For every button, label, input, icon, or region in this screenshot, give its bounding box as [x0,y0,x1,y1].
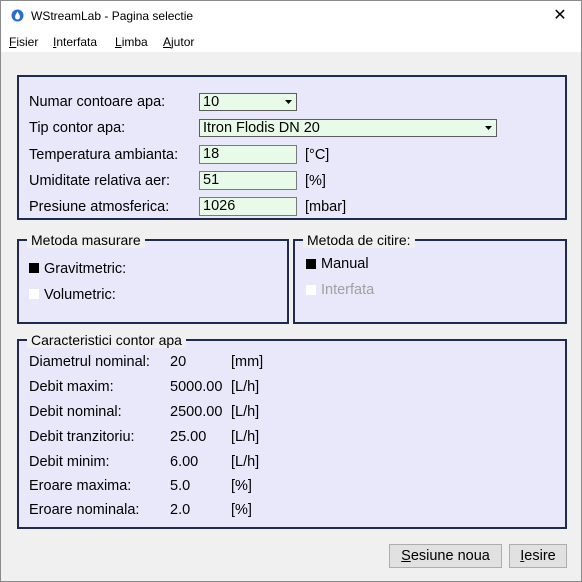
humidity-label: Umiditate relativa aer: [29,173,171,189]
pressure-unit: [mbar] [305,199,347,215]
radio-interfata-label: Interfata [321,282,375,298]
chevron-down-icon [485,126,492,130]
char-unit: [L/h] [231,404,260,420]
menu-fisier[interactable]: Fisier [9,35,38,49]
menu-limba[interactable]: Limba [115,35,148,49]
menu-bar: Fisier Interfata Limba Ajutor [1,32,581,52]
menu-interfata[interactable]: Interfata [53,35,97,49]
char-value: 2.0 [170,502,191,518]
water-drop-icon [11,9,24,22]
char-unit: [L/h] [231,454,260,470]
measurement-method-title: Metoda masurare [27,232,145,248]
window-title: WStreamLab - Pagina selectie [31,9,194,23]
radio-volumetric[interactable] [29,289,39,299]
new-session-button[interactable]: Sesiune noua [389,544,502,568]
reading-method-panel: Metoda de citire: Manual Interfata [293,232,567,324]
close-icon: ✕ [553,7,567,24]
radio-gravitmetric-label: Gravitmetric: [44,261,127,277]
pressure-field[interactable]: 1026 [199,197,297,216]
temperature-unit: [°C] [305,147,330,163]
char-unit: [%] [231,502,252,518]
char-value: 2500.00 [170,404,223,420]
char-label: Debit minim: [29,454,110,470]
radio-interfata [306,285,316,295]
char-label: Debit nominal: [29,404,122,420]
app-window: WStreamLab - Pagina selectie ✕ Fisier In… [0,0,582,582]
meter-count-label: Numar contoare apa: [29,94,166,110]
radio-gravitmetric[interactable] [29,263,39,273]
radio-manual-label: Manual [321,256,369,272]
parameters-panel: Numar contoare apa: 10 Tip contor apa: I… [17,75,567,220]
char-value: 5.0 [170,478,191,494]
exit-button[interactable]: Iesire [509,544,567,568]
characteristics-title: Caracteristici contor apa [27,332,186,348]
humidity-field[interactable]: 51 [199,171,297,190]
radio-manual[interactable] [306,259,316,269]
meter-type-select[interactable]: Itron Flodis DN 20 [199,119,497,137]
meter-characteristics-panel: Caracteristici contor apa Diametrul nomi… [17,332,567,529]
char-value: 5000.00 [170,379,223,395]
char-unit: [mm] [231,354,264,370]
temperature-field[interactable]: 18 [199,145,297,164]
char-label: Diametrul nominal: [29,354,150,370]
char-value: 20 [170,354,187,370]
measurement-method-panel: Metoda masurare Gravitmetric: Volumetric… [17,232,289,324]
reading-method-title: Metoda de citire: [303,232,415,248]
temperature-label: Temperatura ambianta: [29,147,179,163]
meter-count-select[interactable]: 10 [199,93,297,111]
char-label: Eroare maxima: [29,478,132,494]
char-value: 25.00 [170,429,207,445]
pressure-label: Presiune atmosferica: [29,199,170,215]
meter-type-label: Tip contor apa: [29,120,126,136]
radio-volumetric-label: Volumetric: [44,287,116,303]
chevron-down-icon [285,100,292,104]
title-bar[interactable]: WStreamLab - Pagina selectie ✕ [1,1,581,32]
char-unit: [L/h] [231,429,260,445]
char-label: Debit tranzitoriu: [29,429,135,445]
humidity-unit: [%] [305,173,326,189]
char-label: Eroare nominala: [29,502,140,518]
char-label: Debit maxim: [29,379,114,395]
char-value: 6.00 [170,454,199,470]
char-unit: [%] [231,478,252,494]
char-unit: [L/h] [231,379,260,395]
close-button[interactable]: ✕ [545,5,575,27]
menu-ajutor[interactable]: Ajutor [163,35,194,49]
